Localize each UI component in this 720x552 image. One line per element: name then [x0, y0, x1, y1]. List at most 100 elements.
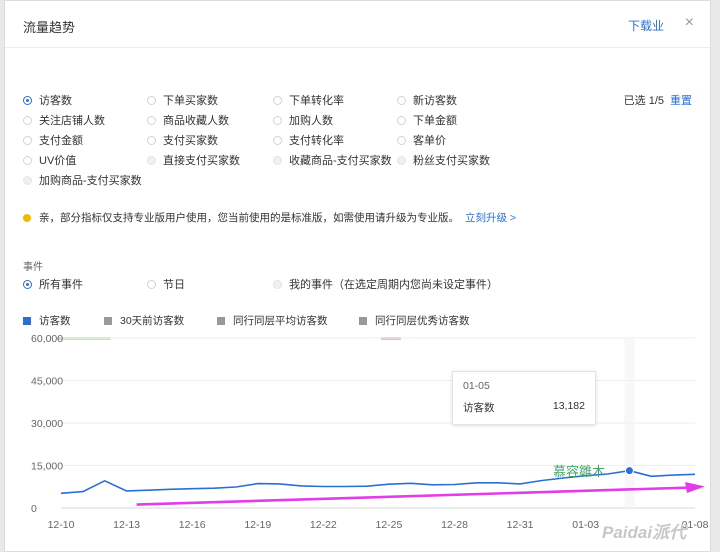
x-tick-label: 12-31	[507, 519, 534, 531]
radio-icon	[23, 155, 32, 165]
x-tick-label: 12-19	[244, 519, 271, 531]
x-tick-label: 01-03	[572, 519, 599, 531]
event-option: 我的事件（在选定周期内您尚未设定事件）	[273, 276, 498, 292]
radio-icon	[23, 175, 32, 185]
x-tick-label: 12-22	[310, 519, 337, 531]
metric-option-label: 支付金额	[39, 135, 83, 147]
metric-option: 粉丝支付买家数	[397, 152, 490, 168]
flow-trend-dialog: 流量趋势 下载业 × 访客数 下单买家数 下单转化率 新访客数关注店铺人数 商品收藏人数…	[4, 0, 711, 552]
metric-option-label: 关注店铺人数	[39, 115, 105, 127]
radio-icon	[147, 135, 156, 145]
download-link[interactable]: 下载业	[628, 17, 664, 34]
radio-icon	[273, 155, 282, 165]
metric-option: 直接支付买家数	[147, 152, 240, 168]
metric-option-label: 下单金额	[413, 115, 457, 127]
legend-swatch	[23, 316, 31, 325]
metric-option-label: UV价值	[39, 155, 77, 167]
x-tick-label: 12-13	[113, 519, 140, 531]
dialog-title: 流量趋势	[23, 20, 76, 35]
metric-option[interactable]: UV价值	[23, 152, 76, 168]
metric-option[interactable]: 客单价	[397, 132, 446, 148]
x-tick-label: 12-25	[376, 519, 403, 531]
watermark-logo: Paidai派代	[602, 523, 687, 542]
metric-option-label: 下单转化率	[289, 95, 344, 107]
upgrade-link[interactable]: 立刻升级 >	[465, 210, 516, 225]
selection-info: 已选 1/5 重置	[624, 92, 692, 108]
event-option-label: 节日	[163, 279, 185, 291]
tooltip-date: 01-05	[463, 380, 490, 392]
reset-link[interactable]: 重置	[670, 95, 692, 107]
metric-option[interactable]: 下单买家数	[147, 92, 218, 108]
metric-option-label: 加购商品-支付买家数	[39, 175, 142, 187]
metric-option[interactable]: 访客数	[23, 92, 72, 108]
metric-option[interactable]: 加购人数	[273, 112, 333, 128]
metric-option-label: 加购人数	[289, 115, 333, 127]
x-tick-label: 12-28	[441, 519, 468, 531]
radio-icon	[23, 115, 32, 125]
metric-option-label: 下单买家数	[163, 95, 218, 107]
radio-icon	[273, 135, 282, 145]
legend-label: 同行同层优秀访客数	[375, 315, 470, 327]
close-icon[interactable]: ×	[685, 14, 694, 32]
metric-option: 加购商品-支付买家数	[23, 172, 142, 188]
metric-option-label: 访客数	[39, 95, 72, 107]
metric-option-label: 支付转化率	[289, 135, 344, 147]
annotation-arrowhead	[685, 482, 705, 494]
radio-icon	[397, 135, 406, 145]
radio-icon	[273, 115, 282, 125]
tooltip-value: 13,182	[552, 400, 585, 412]
annotation-arrow	[136, 486, 692, 506]
radio-icon	[147, 155, 156, 165]
radio-icon	[397, 95, 406, 105]
metric-option[interactable]: 下单转化率	[273, 92, 344, 108]
watermark-text: 慕容雛木	[553, 464, 606, 479]
metric-option-label: 支付买家数	[163, 135, 218, 147]
legend-swatch	[359, 316, 367, 325]
legend-label: 30天前访客数	[120, 315, 185, 327]
events-label: 事件	[23, 262, 43, 273]
legend-label: 访客数	[39, 315, 71, 327]
tooltip-series-name: 访客数	[463, 402, 495, 414]
x-tick-label: 12-10	[48, 519, 75, 531]
legend-item[interactable]: 同行同层平均访客数	[217, 313, 328, 328]
radio-icon	[147, 115, 156, 125]
selection-count: 已选 1/5	[623, 95, 664, 107]
y-tick-label: 15,000	[31, 461, 63, 473]
chart-tooltip: 01-05 访客数 13,182	[452, 371, 596, 425]
radio-icon	[147, 279, 156, 289]
data-point	[624, 466, 634, 476]
radio-icon	[23, 95, 32, 105]
dialog-header: 流量趋势 下载业 ×	[5, 1, 710, 48]
radio-icon	[23, 135, 32, 145]
legend-label: 同行同层平均访客数	[233, 315, 328, 327]
y-tick-label: 0	[31, 503, 37, 515]
radio-icon	[273, 279, 282, 289]
legend-swatch	[217, 316, 225, 325]
event-option-label: 我的事件（在选定周期内您尚未设定事件）	[289, 279, 498, 291]
metric-option[interactable]: 支付转化率	[273, 132, 344, 148]
metric-option-label: 直接支付买家数	[163, 155, 240, 167]
event-option[interactable]: 节日	[147, 276, 185, 292]
metric-option[interactable]: 支付买家数	[147, 132, 218, 148]
radio-icon	[397, 115, 406, 125]
notice-text: 亲，部分指标仅支持专业版用户使用，您当前使用的是标准版，如需使用请升级为专业版。	[39, 212, 459, 224]
metric-option[interactable]: 关注店铺人数	[23, 112, 105, 128]
metric-option[interactable]: 商品收藏人数	[147, 112, 229, 128]
metric-option: 收藏商品-支付买家数	[273, 152, 392, 168]
metric-option[interactable]: 下单金额	[397, 112, 457, 128]
metric-option-label: 客单价	[413, 135, 446, 147]
legend-item[interactable]: 同行同层优秀访客数	[359, 313, 470, 328]
y-tick-label: 45,000	[31, 376, 63, 388]
legend-swatch	[104, 316, 112, 325]
metric-option[interactable]: 新访客数	[397, 92, 457, 108]
legend-item[interactable]: 访客数	[23, 313, 71, 328]
event-option[interactable]: 所有事件	[23, 276, 83, 292]
metric-option[interactable]: 支付金额	[23, 132, 83, 148]
hover-band	[624, 338, 635, 508]
metric-option-label: 粉丝支付买家数	[413, 155, 490, 167]
radio-icon	[273, 95, 282, 105]
radio-icon	[23, 279, 32, 289]
legend-item[interactable]: 30天前访客数	[104, 313, 184, 328]
event-option-label: 所有事件	[39, 279, 83, 291]
y-tick-label: 30,000	[31, 418, 63, 430]
